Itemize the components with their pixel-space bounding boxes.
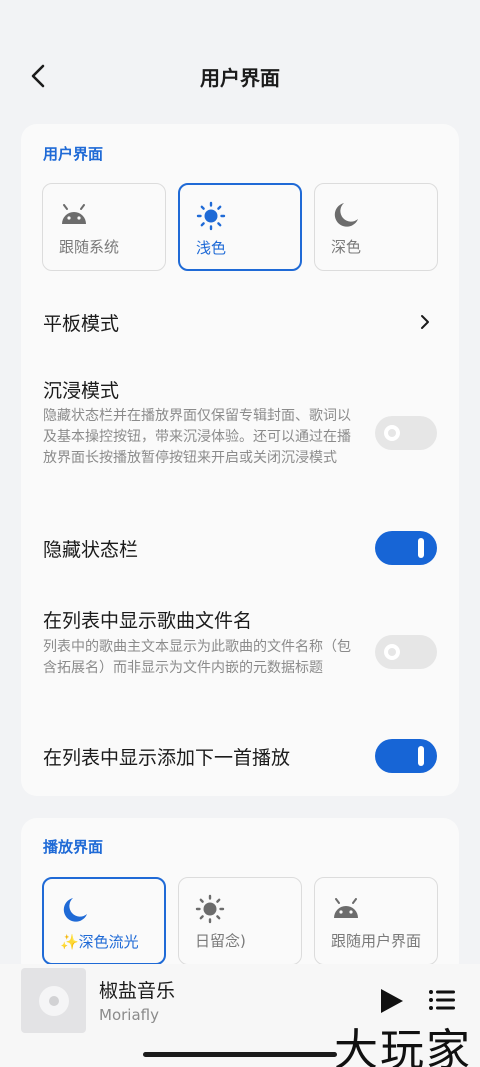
player-style-label: 跟随用户界面	[331, 932, 422, 950]
hide-status-bar-toggle[interactable]	[375, 531, 437, 565]
section-title-ui: 用户界面	[43, 145, 104, 163]
tablet-mode-label[interactable]: 平板模式	[43, 309, 119, 336]
show-add-next-toggle[interactable]	[375, 739, 437, 773]
sun-icon	[196, 201, 226, 231]
show-add-next-label: 在列表中显示添加下一首播放	[43, 747, 291, 769]
toggle-knob	[418, 746, 424, 766]
hide-status-bar-label: 隐藏状态栏	[43, 539, 139, 561]
immersive-mode-toggle[interactable]	[375, 416, 437, 450]
theme-option-dark[interactable]: 深色	[314, 183, 438, 271]
header: 用户界面	[0, 0, 480, 120]
section-title-player: 播放界面	[43, 838, 104, 856]
moon-icon	[60, 895, 90, 925]
theme-option-follow-system[interactable]: 跟随系统	[42, 183, 166, 271]
player-style-light[interactable]: 日留念)	[178, 877, 302, 965]
theme-options: 跟随系统 浅色 深色	[42, 183, 438, 271]
album-cover[interactable]	[21, 968, 86, 1033]
page-title: 用户界面	[200, 66, 280, 90]
player-style-label: ✨深色流光	[60, 933, 139, 951]
theme-option-label: 浅色	[196, 239, 227, 257]
sun-icon	[195, 894, 225, 924]
show-filename-label: 在列表中显示歌曲文件名	[43, 610, 253, 632]
player-settings-card: 播放界面 ✨深色流光 日留念) 跟随用户界面	[21, 818, 459, 978]
chevron-right-icon[interactable]	[417, 314, 433, 330]
home-indicator[interactable]	[143, 1052, 337, 1057]
disc-icon	[38, 985, 69, 1016]
player-style-follow-ui[interactable]: 跟随用户界面	[314, 877, 438, 965]
play-icon[interactable]	[376, 986, 406, 1016]
moon-icon	[331, 200, 361, 230]
toggle-knob	[384, 425, 400, 441]
theme-option-label: 深色	[331, 238, 362, 256]
immersive-mode-label: 沉浸模式	[43, 380, 120, 402]
android-icon	[59, 200, 89, 230]
immersive-mode-description: 隐藏状态栏并在播放界面仅保留专辑封面、歌词以及基本操控按钮，带来沉浸体验。还可以…	[43, 408, 351, 466]
toggle-knob	[418, 538, 424, 558]
theme-option-label: 跟随系统	[59, 238, 120, 256]
player-style-label: 日留念)	[195, 932, 246, 950]
watermark: 大玩家	[334, 1025, 472, 1067]
player-style-options: ✨深色流光 日留念) 跟随用户界面	[42, 877, 438, 965]
mini-player[interactable]: 椒盐音乐 Moriafly 大玩家	[0, 964, 480, 1067]
queue-list-icon[interactable]	[428, 988, 456, 1012]
show-filename-description: 列表中的歌曲主文本显示为此歌曲的文件名称（包含拓展名）而非显示为文件内嵌的元数据…	[43, 639, 351, 676]
song-artist: Moriafly	[99, 1006, 159, 1024]
theme-option-light[interactable]: 浅色	[178, 183, 302, 271]
toggle-knob	[384, 644, 400, 660]
show-filename-toggle[interactable]	[375, 635, 437, 669]
ui-settings-card: 用户界面 跟随系统 浅色 深色 平板模式 沉浸模式 隐藏状态栏并在播放界面仅保留…	[21, 124, 459, 796]
song-title: 椒盐音乐	[99, 980, 176, 1002]
android-icon	[331, 894, 361, 924]
player-style-dark-flow[interactable]: ✨深色流光	[42, 877, 166, 965]
